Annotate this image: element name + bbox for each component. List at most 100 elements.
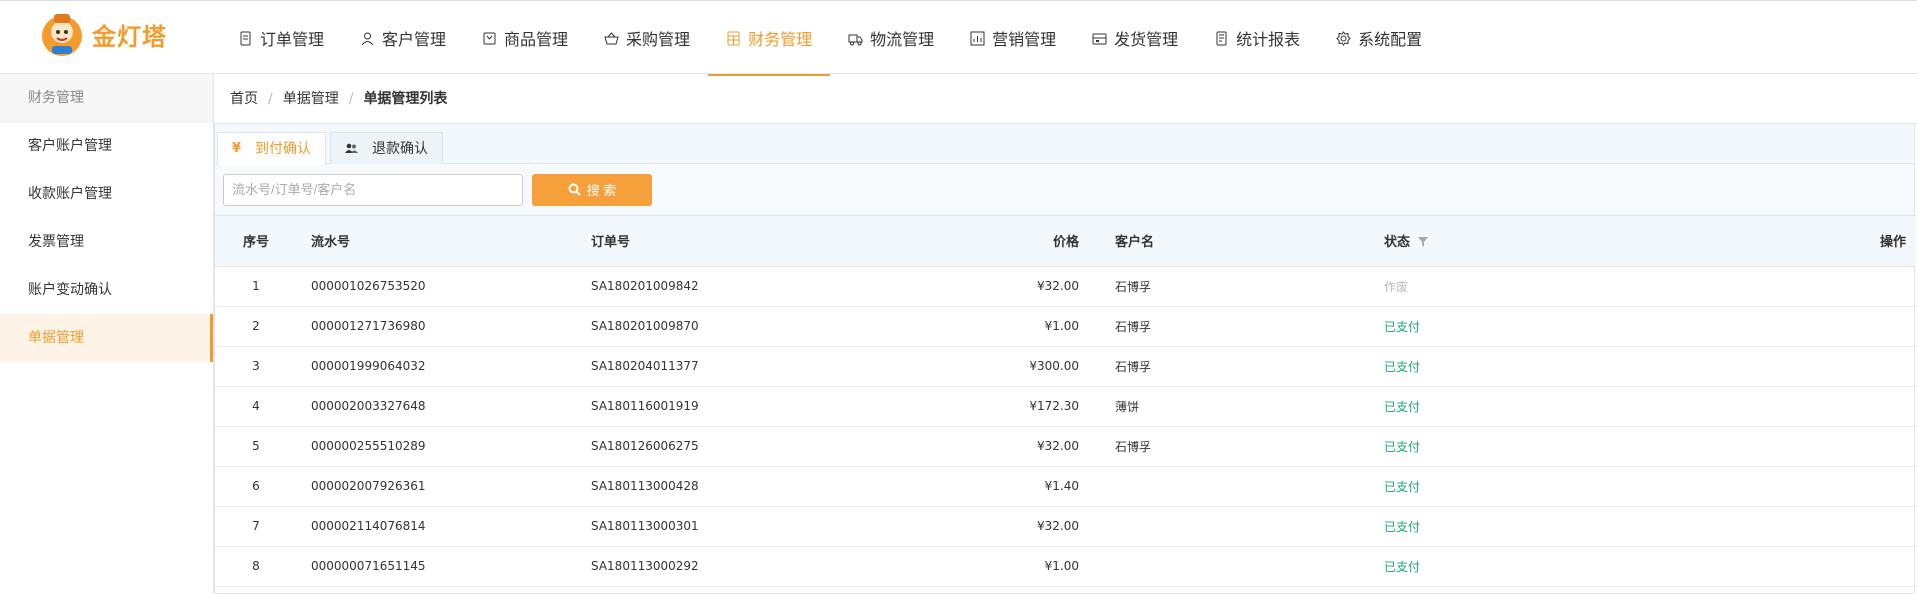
cell-serial: 000001271736980 (311, 319, 426, 333)
col-index: 序号 (215, 216, 297, 267)
logo-text: 金灯塔 (92, 22, 167, 51)
nav-item-3[interactable]: 采购管理 (586, 1, 708, 75)
cell-action (1774, 386, 1916, 426)
col-status[interactable]: 状态 (1384, 216, 1774, 267)
cell-serial: 000002003327648 (311, 399, 426, 413)
cell-price: ¥1.00 (1044, 319, 1079, 333)
breadcrumb-home[interactable]: 首页 (230, 91, 258, 107)
breadcrumb-current: 单据管理列表 (363, 91, 448, 107)
status-badge: 已支付 (1384, 399, 1421, 414)
table-row[interactable]: 6 000002007926361 SA180113000428 ¥1.40 已支付 (215, 466, 1916, 506)
cell-action (1774, 506, 1916, 546)
nav-item-label: 采购管理 (626, 30, 691, 49)
cell-customer: 石博孚 (1115, 359, 1152, 374)
breadcrumb-section[interactable]: 单据管理 (283, 91, 339, 107)
cell-order: SA180116001919 (591, 399, 699, 413)
cell-index: 7 (252, 519, 260, 533)
product-icon (483, 32, 496, 44)
cell-index: 2 (252, 319, 260, 333)
search-button[interactable]: 搜 索 (532, 173, 652, 206)
tab-label: 退款确认 (372, 140, 429, 157)
lighthouse-mascot-icon (42, 14, 82, 56)
cell-index: 3 (252, 359, 260, 373)
table-row[interactable]: 3 000001999064032 SA180204011377 ¥300.00 石博孚… (215, 346, 1916, 386)
tab-1[interactable]: 退款确认 (330, 132, 444, 164)
cell-action (1774, 266, 1916, 306)
table-row[interactable]: 7 000002114076814 SA180113000301 ¥32.00 已支付 (215, 506, 1916, 546)
nav-item-label: 客户管理 (382, 30, 447, 49)
nav-item-label: 系统配置 (1358, 30, 1423, 49)
report-icon (1216, 31, 1227, 45)
cell-price: ¥1.00 (1044, 559, 1079, 573)
cell-price: ¥32.00 (1037, 279, 1079, 293)
nav-item-label: 物流管理 (870, 30, 935, 49)
col-status-label: 状态 (1384, 235, 1411, 251)
status-badge: 已支付 (1384, 439, 1421, 454)
nav-item-6[interactable]: 营销管理 (952, 1, 1074, 75)
cell-customer (1091, 506, 1384, 546)
main-nav: 订单管理 客户管理 商品管理 采购管理 财务管理 物流管理 营销管理 发货管理 统计报表 系统配置 (220, 1, 1440, 76)
cell-serial: 000002114076814 (311, 519, 426, 533)
nav-item-9[interactable]: 系统配置 (1318, 1, 1440, 75)
cell-customer: 薄饼 (1115, 399, 1140, 414)
nav-item-label: 财务管理 (748, 30, 813, 49)
chart-icon (970, 31, 985, 45)
sidebar-item-4[interactable]: 单据管理 (0, 314, 213, 362)
cell-action (1774, 426, 1916, 466)
cell-order: SA180113000292 (591, 559, 699, 573)
filter-icon[interactable] (1417, 237, 1428, 248)
tab-0[interactable]: ¥ 到付确认 (217, 132, 327, 165)
sidebar-item-0[interactable]: 客户账户管理 (0, 122, 213, 170)
sidebar-item-2[interactable]: 发票管理 (0, 218, 213, 266)
cell-serial: 000000255510289 (311, 439, 426, 453)
nav-item-7[interactable]: 发货管理 (1074, 1, 1196, 75)
cell-order: SA180201009870 (591, 319, 699, 333)
table-row[interactable]: 8 000000071651145 SA180113000292 ¥1.00 已支付 (215, 546, 1916, 586)
status-badge: 已支付 (1384, 319, 1421, 334)
table-row[interactable]: 2 000001271736980 SA180201009870 ¥1.00 石博孚 已支… (215, 306, 1916, 346)
nav-item-1[interactable]: 客户管理 (342, 1, 464, 75)
nav-item-4[interactable]: 财务管理 (708, 1, 831, 76)
nav-item-5[interactable]: 物流管理 (830, 1, 952, 75)
sidebar-item-3[interactable]: 账户变动确认 (0, 266, 213, 314)
sidebar: 财务管理 客户账户管理 收款账户管理 发票管理 账户变动确认 单据管理 (0, 74, 214, 594)
nav-item-2[interactable]: 商品管理 (464, 1, 586, 75)
table-row[interactable]: 1 000001026753520 SA180201009842 ¥32.00 石博孚 作… (215, 266, 1916, 306)
cell-order: SA180126006275 (591, 439, 699, 453)
cell-action (1774, 306, 1916, 346)
table-row[interactable]: 5 000000255510289 SA180126006275 ¥32.00 石博孚 已… (215, 426, 1916, 466)
tab-bar: ¥ 到付确认 退款确认 (215, 124, 1914, 165)
search-toolbar: 搜 索 (215, 164, 1914, 216)
nav-item-label: 商品管理 (504, 30, 569, 49)
col-customer: 客户名 (1091, 216, 1384, 267)
nav-item-0[interactable]: 订单管理 (220, 1, 342, 75)
cell-price: ¥300.00 (1029, 359, 1079, 373)
search-input[interactable] (223, 173, 523, 206)
cell-order: SA180204011377 (591, 359, 699, 373)
cell-index: 5 (252, 439, 260, 453)
status-badge: 已支付 (1384, 559, 1421, 574)
tab-label: 到付确认 (255, 141, 312, 157)
nav-item-8[interactable]: 统计报表 (1196, 1, 1318, 75)
cell-customer (1091, 466, 1384, 506)
file-icon (240, 31, 251, 45)
breadcrumb: 首页 / 单据管理 / 单据管理列表 (214, 74, 1917, 124)
list-panel: ¥ 到付确认 退款确认 搜 索 序号 流水号 订单号 价格 客户名 状态 操作 (214, 124, 1916, 594)
yen-icon: ¥ (232, 141, 242, 156)
nav-item-label: 统计报表 (1236, 30, 1301, 49)
search-icon (568, 183, 581, 196)
cell-price: ¥32.00 (1037, 519, 1079, 533)
cell-customer (1091, 546, 1384, 586)
table-row[interactable]: 4 000002003327648 SA180116001919 ¥172.30 薄饼 已… (215, 386, 1916, 426)
cell-action (1774, 346, 1916, 386)
col-serial: 流水号 (297, 216, 591, 267)
nav-item-label: 营销管理 (992, 30, 1057, 49)
cell-order: SA180201009842 (591, 279, 699, 293)
cell-serial: 000000071651145 (311, 559, 426, 573)
bill-table: 序号 流水号 订单号 价格 客户名 状态 操作 1 000001026753520… (215, 216, 1916, 587)
truck-icon (848, 34, 863, 45)
cell-index: 4 (252, 399, 260, 413)
logo[interactable]: 金灯塔 (38, 10, 167, 58)
cell-index: 6 (252, 479, 260, 493)
sidebar-item-1[interactable]: 收款账户管理 (0, 170, 213, 218)
